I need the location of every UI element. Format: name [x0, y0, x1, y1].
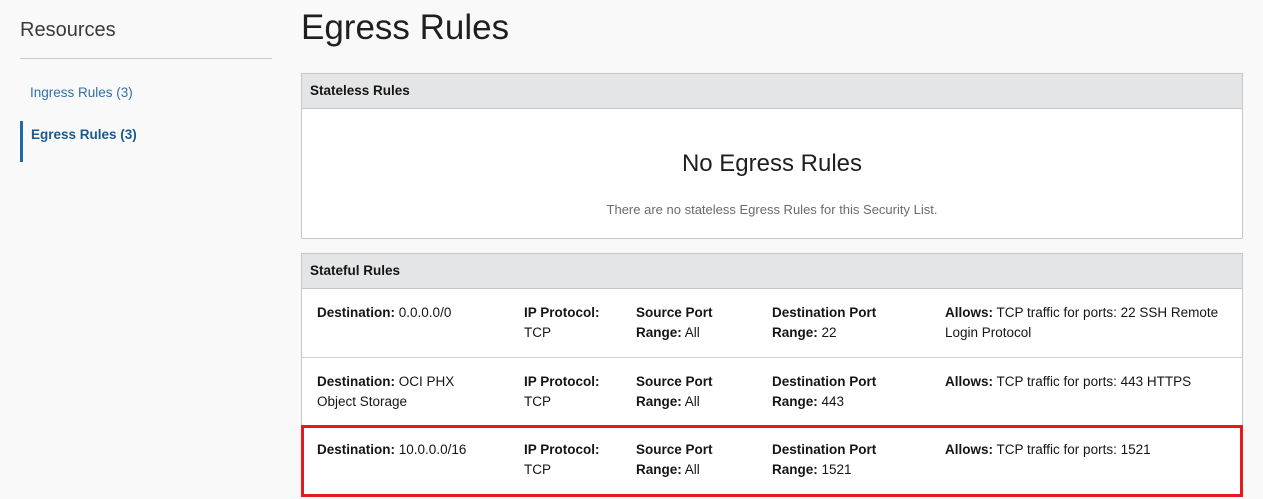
- source-range-value: All: [684, 462, 700, 478]
- ip-protocol-value: TCP: [524, 394, 551, 410]
- sidebar-divider: [20, 58, 272, 59]
- main-content: Egress Rules Stateless Rules No Egress R…: [301, 0, 1243, 498]
- source-port-label: Source Port: [636, 442, 713, 458]
- empty-state-text: There are no stateless Egress Rules for …: [606, 202, 938, 218]
- rule-row: Destination: 0.0.0.0/0 IP Protocol: TCP S…: [302, 289, 1242, 357]
- ip-protocol-cell: IP Protocol: TCP: [524, 303, 614, 343]
- destination-port-label: Destination Port: [772, 442, 877, 458]
- destination-cell: Destination: 0.0.0.0/0: [317, 303, 497, 323]
- allows-cell: Allows: TCP traffic for ports: 1521: [945, 440, 1230, 460]
- ip-protocol-cell: IP Protocol: TCP: [524, 440, 614, 480]
- allows-label: Allows:: [945, 305, 994, 321]
- ip-protocol-cell: IP Protocol: TCP: [524, 372, 614, 412]
- sidebar-item-ingress-rules[interactable]: Ingress Rules (3): [20, 85, 272, 100]
- rule-row: Destination: OCI PHX Object Storage IP P…: [302, 357, 1242, 426]
- destination-label: Destination:: [317, 442, 396, 458]
- source-port-label: Source Port: [636, 305, 713, 321]
- source-port-cell: Source Port Range: All: [636, 303, 746, 343]
- source-range-label: Range:: [636, 394, 682, 410]
- destination-value: 0.0.0.0/0: [398, 305, 452, 321]
- source-range-value: All: [684, 394, 700, 410]
- ip-protocol-value: TCP: [524, 325, 551, 341]
- source-range-label: Range:: [636, 462, 682, 478]
- destination-range-value: 1521: [821, 462, 852, 478]
- destination-port-cell: Destination Port Range: 1521: [772, 440, 922, 480]
- allows-cell: Allows: TCP traffic for ports: 443 HTTPS: [945, 372, 1230, 392]
- destination-port-cell: Destination Port Range: 443: [772, 372, 922, 412]
- destination-label: Destination:: [317, 305, 396, 321]
- sidebar-item-egress-rules[interactable]: Egress Rules (3): [20, 121, 272, 162]
- destination-cell: Destination: OCI PHX Object Storage: [317, 372, 497, 412]
- source-range-value: All: [684, 325, 700, 341]
- source-port-cell: Source Port Range: All: [636, 372, 746, 412]
- stateful-rules-header: Stateful Rules: [302, 254, 1242, 290]
- empty-state: No Egress Rules There are no stateless E…: [302, 109, 1242, 238]
- destination-label: Destination:: [317, 374, 396, 390]
- destination-port-label: Destination Port: [772, 305, 877, 321]
- resources-sidebar: Resources Ingress Rules (3) Egress Rules…: [20, 0, 272, 162]
- ip-protocol-value: TCP: [524, 462, 551, 478]
- source-port-cell: Source Port Range: All: [636, 440, 746, 480]
- allows-label: Allows:: [945, 374, 994, 390]
- ip-protocol-label: IP Protocol:: [524, 305, 600, 321]
- rule-row-highlighted: Destination: 10.0.0.0/16 IP Protocol: TCP…: [301, 425, 1243, 498]
- allows-value: TCP traffic for ports: 1521: [996, 442, 1151, 458]
- destination-range-value: 22: [821, 325, 837, 341]
- destination-range-label: Range:: [772, 462, 818, 478]
- stateless-rules-header: Stateless Rules: [302, 74, 1242, 110]
- destination-range-label: Range:: [772, 325, 818, 341]
- destination-port-cell: Destination Port Range: 22: [772, 303, 922, 343]
- source-range-label: Range:: [636, 325, 682, 341]
- destination-range-value: 443: [821, 394, 845, 410]
- stateful-rules-panel: Stateful Rules Destination: 0.0.0.0/0 IP…: [301, 253, 1243, 498]
- allows-cell: Allows: TCP traffic for ports: 22 SSH Re…: [945, 303, 1230, 343]
- allows-value: TCP traffic for ports: 443 HTTPS: [996, 374, 1192, 390]
- stateless-rules-panel: Stateless Rules No Egress Rules There ar…: [301, 73, 1243, 240]
- destination-cell: Destination: 10.0.0.0/16: [317, 440, 497, 460]
- destination-range-label: Range:: [772, 394, 818, 410]
- ip-protocol-label: IP Protocol:: [524, 374, 600, 390]
- page-title: Egress Rules: [301, 8, 510, 47]
- allows-label: Allows:: [945, 442, 994, 458]
- destination-port-label: Destination Port: [772, 374, 877, 390]
- source-port-label: Source Port: [636, 374, 713, 390]
- ip-protocol-label: IP Protocol:: [524, 442, 600, 458]
- sidebar-title: Resources: [20, 19, 116, 41]
- destination-value: 10.0.0.0/16: [398, 442, 467, 458]
- empty-state-title: No Egress Rules: [681, 150, 863, 178]
